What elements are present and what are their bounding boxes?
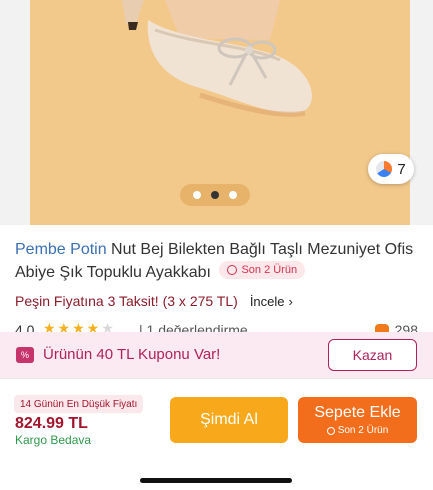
add-to-cart-label: Sepete Ekle — [314, 404, 401, 421]
product-gallery[interactable]: 7 — [0, 0, 433, 225]
claim-coupon-button[interactable]: Kazan — [328, 339, 417, 371]
coupon-icon: % — [16, 347, 34, 363]
free-shipping-label: Kargo Bedava — [15, 433, 92, 447]
brand-link[interactable]: Pembe Potin — [15, 241, 107, 258]
product-title: Pembe Potin Nut Bej Bilekten Bağlı Taşlı… — [15, 239, 420, 284]
clock-icon — [326, 426, 335, 435]
installment-link-label: İncele — [249, 293, 285, 309]
stock-badge-label: Son 2 Ürün — [241, 264, 298, 276]
add-to-cart-stock-label: Son 2 Ürün — [337, 425, 389, 436]
image-count-badge[interactable]: 7 — [368, 154, 414, 184]
product-page: 7 Pembe Potin Nut Bej Bilekten Bağlı Taş… — [0, 0, 433, 490]
add-to-cart-button[interactable]: Sepete Ekle Son 2 Ürün — [298, 397, 417, 443]
chevron-right-icon: › — [288, 293, 293, 309]
coupon-banner: % Ürünün 40 TL Kuponu Var! Kazan — [0, 332, 433, 378]
lowest-price-badge: 14 Günün En Düşük Fiyatı — [14, 395, 144, 413]
buy-now-button[interactable]: Şimdi Al — [170, 397, 288, 443]
home-indicator[interactable] — [140, 478, 292, 483]
clock-icon — [227, 265, 238, 275]
stock-badge: Son 2 Ürün — [219, 261, 306, 279]
image-count: 7 — [397, 160, 406, 178]
installment-details-link[interactable]: İncele › — [250, 294, 293, 309]
price: 824.99 TL — [15, 415, 88, 432]
carousel-dot-active[interactable] — [211, 191, 219, 199]
carousel-dot[interactable] — [229, 191, 237, 199]
carousel-dot[interactable] — [193, 191, 201, 199]
carousel-pager[interactable] — [180, 184, 250, 206]
gallery-icon — [376, 161, 393, 177]
coupon-text: Ürünün 40 TL Kuponu Var! — [43, 346, 221, 363]
installment-text: Peşin Fiyatına 3 Taksit! (3 x 275 TL) — [15, 293, 238, 309]
add-to-cart-stock: Son 2 Ürün — [326, 425, 389, 436]
purchase-bar: 14 Günün En Düşük Fiyatı 824.99 TL Kargo… — [0, 378, 433, 490]
installment-row: Peşin Fiyatına 3 Taksit! (3 x 275 TL) İn… — [15, 291, 293, 311]
